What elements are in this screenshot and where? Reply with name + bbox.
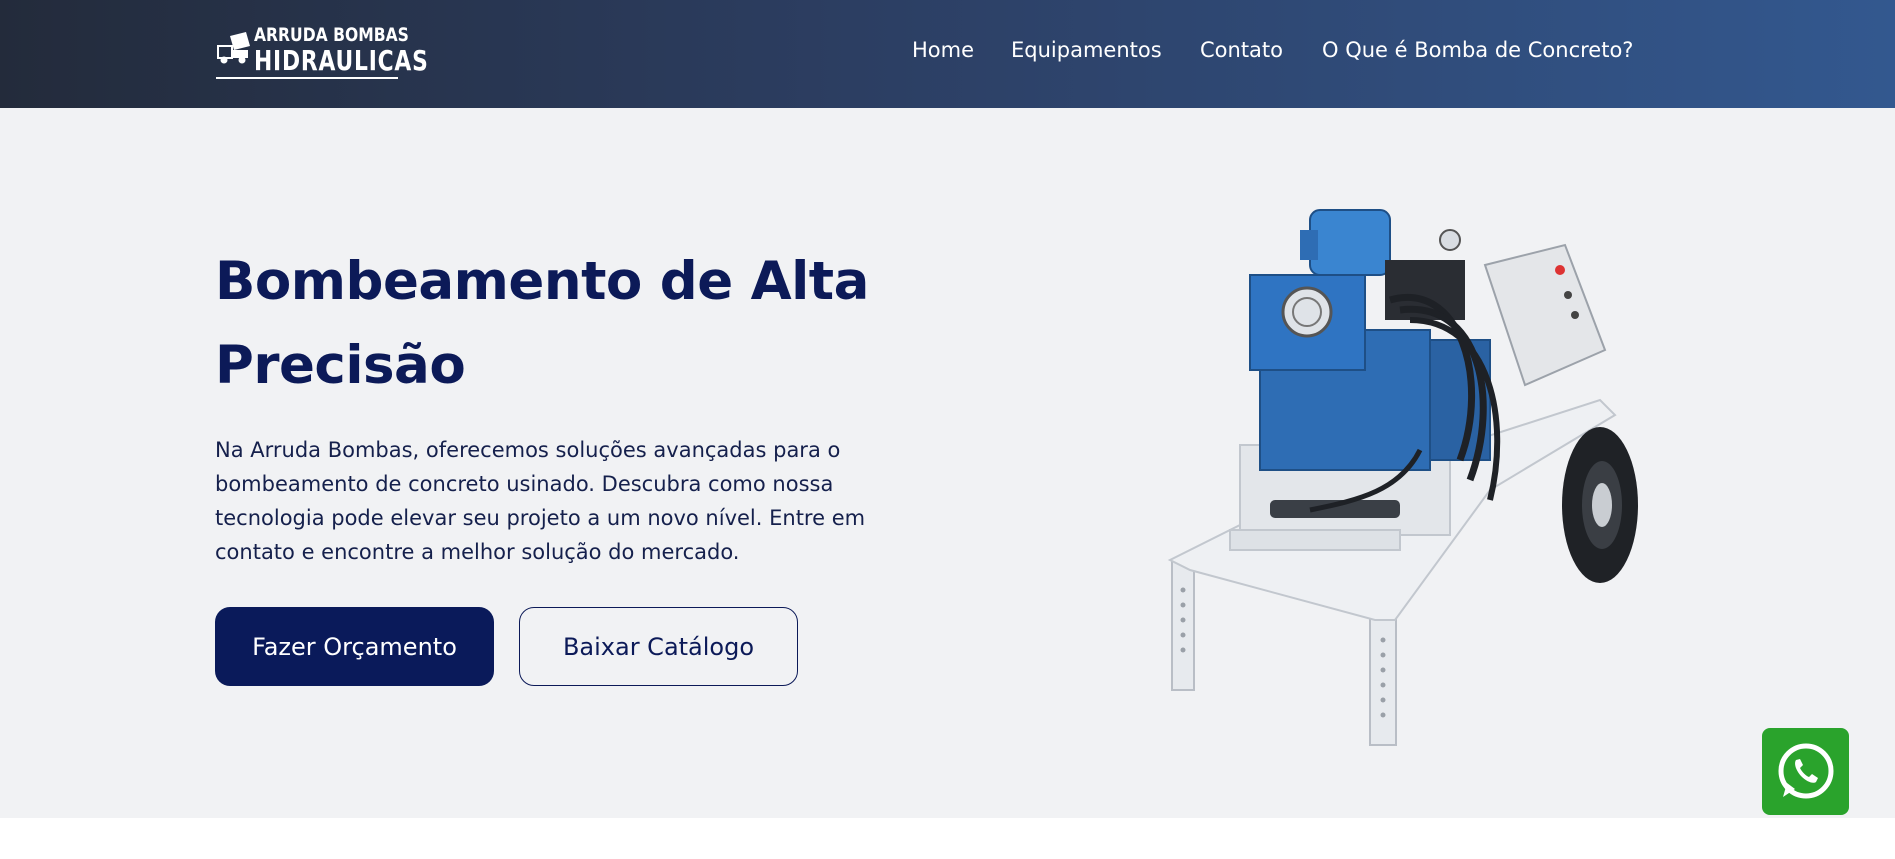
concrete-pump-image bbox=[1167, 209, 1638, 746]
nav-contato-link[interactable]: Contato bbox=[1200, 38, 1283, 62]
whatsapp-button[interactable] bbox=[1762, 728, 1849, 815]
hero-title: Bombeamento de Alta Precisão bbox=[215, 251, 869, 396]
main-nav: Home Equipamentos Contato O Que é Bomba … bbox=[0, 38, 1895, 68]
site-header: ARRUDA BOMBAS HIDRAULICAS Home Equipamen… bbox=[0, 0, 1895, 108]
whatsapp-icon bbox=[1778, 743, 1834, 799]
hero-description: Na Arruda Bombas, oferecemos soluções av… bbox=[215, 438, 866, 564]
nav-home-link[interactable]: Home bbox=[912, 38, 974, 62]
logo-underline bbox=[216, 77, 398, 79]
nav-o-que-e-bomba-link[interactable]: O Que é Bomba de Concreto? bbox=[1322, 38, 1633, 62]
request-quote-button[interactable]: Fazer Orçamento bbox=[215, 607, 494, 686]
download-catalog-button[interactable]: Baixar Catálogo bbox=[519, 607, 798, 686]
nav-equipamentos-link[interactable]: Equipamentos bbox=[1011, 38, 1162, 62]
